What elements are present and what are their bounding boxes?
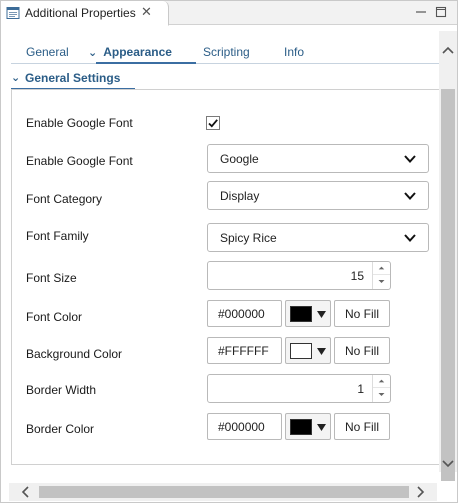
scroll-up-icon[interactable] xyxy=(439,43,457,59)
chevron-down-icon: ⌄ xyxy=(11,72,21,84)
tab-general[interactable]: General xyxy=(26,45,69,59)
horizontal-scroll-thumb[interactable] xyxy=(39,486,409,498)
view-title: Additional Properties xyxy=(25,6,136,20)
spin-down-icon[interactable] xyxy=(373,275,390,288)
color-swatch xyxy=(290,343,312,359)
color-swatch xyxy=(290,419,312,435)
select-value: Google xyxy=(220,152,259,166)
scroll-right-icon[interactable] xyxy=(411,483,429,501)
hex-value: #000000 xyxy=(218,307,265,321)
chevron-down-icon xyxy=(404,234,416,242)
font-color-no-fill-button[interactable]: No Fill xyxy=(334,300,390,327)
color-swatch xyxy=(290,306,312,322)
font-color-picker[interactable] xyxy=(285,300,331,327)
font-size-spinner[interactable]: 15 xyxy=(207,261,391,290)
font-category-select[interactable]: Display xyxy=(207,181,429,210)
properties-icon xyxy=(6,7,20,19)
dropdown-arrow-icon xyxy=(317,311,326,318)
no-fill-label: No Fill xyxy=(344,307,379,321)
spinner-arrows xyxy=(372,262,390,289)
vertical-scrollbar[interactable] xyxy=(439,31,457,481)
enable-google-font-checkbox[interactable] xyxy=(206,116,220,130)
view-tab[interactable]: Additional Properties ✕ xyxy=(1,1,169,26)
chevron-down-icon: ⌄ xyxy=(88,47,98,59)
spin-up-icon[interactable] xyxy=(373,262,390,275)
spinner-value: 15 xyxy=(350,269,364,283)
dropdown-arrow-icon xyxy=(317,424,326,431)
select-value: Display xyxy=(220,189,260,203)
additional-properties-view: Additional Properties ✕ General ⌄ Appeara… xyxy=(0,0,458,503)
active-tab-indicator xyxy=(96,62,196,64)
checkmark-icon xyxy=(208,119,218,128)
font-family-label: Font Family xyxy=(26,229,89,243)
enable-google-font-label: Enable Google Font xyxy=(26,116,133,130)
dropdown-arrow-icon xyxy=(317,348,326,355)
font-family-select[interactable]: Spicy Rice xyxy=(207,223,429,252)
spin-up-icon[interactable] xyxy=(373,375,390,388)
no-fill-label: No Fill xyxy=(344,344,379,358)
border-color-label: Border Color xyxy=(26,422,95,436)
tab-info[interactable]: Info xyxy=(284,45,304,59)
section-title: General Settings xyxy=(25,71,121,85)
maximize-icon[interactable] xyxy=(435,6,447,18)
border-width-label: Border Width xyxy=(26,383,97,397)
background-color-label: Background Color xyxy=(26,347,123,361)
tab-scripting[interactable]: Scripting xyxy=(203,45,250,59)
font-size-label: Font Size xyxy=(26,271,77,285)
border-color-no-fill-button[interactable]: No Fill xyxy=(334,413,390,440)
background-color-picker[interactable] xyxy=(285,337,331,364)
background-color-hex-input[interactable]: #FFFFFF xyxy=(207,337,282,364)
horizontal-scrollbar[interactable] xyxy=(9,483,437,501)
font-color-label: Font Color xyxy=(26,310,83,324)
border-width-spinner[interactable]: 1 xyxy=(207,374,391,403)
scroll-down-icon[interactable] xyxy=(439,455,457,471)
google-font-source-select[interactable]: Google xyxy=(207,144,429,173)
hex-value: #FFFFFF xyxy=(218,344,269,358)
section-header-general-settings[interactable]: ⌄ General Settings xyxy=(11,68,135,90)
chevron-down-icon xyxy=(404,155,416,163)
spinner-value: 1 xyxy=(357,382,364,396)
chevron-down-icon xyxy=(404,192,416,200)
border-color-hex-input[interactable]: #000000 xyxy=(207,413,282,440)
enable-google-font-source-label: Enable Google Font xyxy=(26,154,133,168)
font-category-label: Font Category xyxy=(26,192,103,206)
property-tabs: General ⌄ Appearance Scripting Info xyxy=(11,39,445,64)
spin-down-icon[interactable] xyxy=(373,388,390,401)
minimize-icon[interactable] xyxy=(415,6,427,18)
no-fill-label: No Fill xyxy=(344,420,379,434)
scroll-left-icon[interactable] xyxy=(17,483,35,501)
border-color-picker[interactable] xyxy=(285,413,331,440)
background-color-no-fill-button[interactable]: No Fill xyxy=(334,337,390,364)
select-value: Spicy Rice xyxy=(220,231,277,245)
hex-value: #000000 xyxy=(218,420,265,434)
close-icon[interactable]: ✕ xyxy=(141,4,152,20)
tab-appearance[interactable]: ⌄ Appearance xyxy=(88,45,172,59)
vertical-scroll-thumb[interactable] xyxy=(441,89,455,481)
spinner-arrows xyxy=(372,375,390,402)
font-color-hex-input[interactable]: #000000 xyxy=(207,300,282,327)
